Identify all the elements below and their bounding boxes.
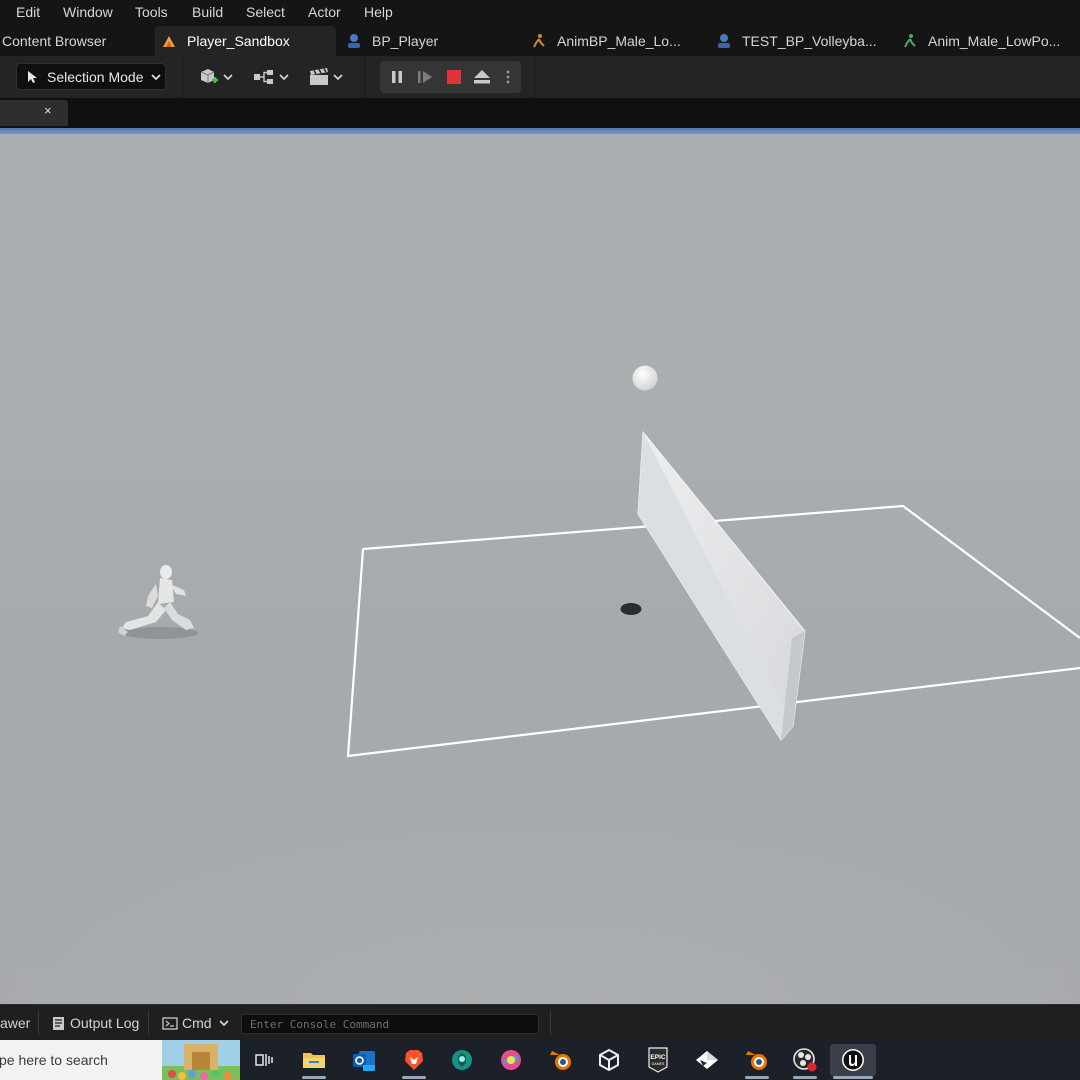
chevron-down-icon — [218, 1020, 229, 1027]
cinematics-button[interactable] — [308, 65, 344, 89]
tab-anim-male-lowpoly[interactable]: Anim_Male_LowPo... — [902, 26, 1060, 56]
blender-icon-2[interactable] — [741, 1044, 773, 1076]
blender-icon[interactable] — [545, 1044, 577, 1076]
windows-taskbar: ype here to search EPIC GAMES — [0, 1040, 1080, 1080]
unity-icon[interactable] — [593, 1044, 625, 1076]
cmd-label: Cmd — [182, 1015, 212, 1031]
taskbar-search-box[interactable]: ype here to search — [0, 1040, 240, 1080]
toolbar-divider — [364, 56, 365, 98]
tab-label: Content Browser — [2, 33, 107, 49]
menu-window[interactable]: Window — [63, 4, 113, 20]
brave-browser-icon[interactable] — [398, 1044, 430, 1076]
tab-label: Player_Sandbox — [187, 33, 290, 49]
frame-skip-icon[interactable] — [416, 69, 434, 85]
status-bar: awer Output Log Cmd Enter Console Comman… — [0, 1004, 1080, 1040]
viewport-scene — [0, 365, 1080, 1004]
pause-icon[interactable] — [389, 69, 405, 85]
chevron-down-icon — [223, 74, 233, 81]
tab-player-sandbox[interactable]: Player_Sandbox — [155, 26, 336, 56]
file-explorer-icon[interactable] — [298, 1044, 330, 1076]
level-editor-toolbar: Selection Mode — [0, 56, 1080, 98]
content-drawer-label: awer — [0, 1015, 31, 1031]
player-character[interactable] — [118, 565, 198, 639]
blueprint-graph-icon — [254, 70, 273, 84]
toolbar-divider — [182, 56, 183, 98]
tab-label: AnimBP_Male_Lo... — [557, 33, 681, 49]
viewport-tab-strip: × — [0, 98, 1080, 128]
search-highlight-illustration-icon — [162, 1040, 240, 1080]
menu-tools[interactable]: Tools — [135, 4, 168, 20]
tab-animbp-male[interactable]: AnimBP_Male_Lo... — [531, 26, 681, 56]
running-indicator — [402, 1076, 426, 1079]
log-icon — [53, 1016, 64, 1030]
running-indicator — [793, 1076, 817, 1079]
content-drawer-button[interactable]: awer — [0, 1005, 30, 1041]
tab-label: Anim_Male_LowPo... — [928, 33, 1061, 49]
status-divider — [550, 1011, 551, 1035]
floor-glow — [0, 628, 1080, 1004]
level-icon — [163, 36, 175, 47]
tab-content-browser[interactable]: Content Browser — [2, 26, 106, 56]
status-divider — [38, 1011, 39, 1035]
console-command-input[interactable]: Enter Console Command — [241, 1014, 539, 1034]
obs-studio-icon[interactable] — [789, 1044, 821, 1076]
tab-test-bp-volleyball[interactable]: TEST_BP_Volleyba... — [716, 26, 877, 56]
svg-text:GAMES: GAMES — [652, 1062, 665, 1066]
menu-bar: Edit Window Tools Build Select Actor Hel… — [0, 0, 1080, 24]
output-log-button[interactable]: Output Log — [52, 1005, 139, 1041]
status-divider — [148, 1011, 149, 1035]
clapperboard-icon — [310, 68, 328, 85]
level-viewport[interactable] — [0, 128, 1080, 1004]
krita-icon[interactable] — [495, 1044, 527, 1076]
chevron-down-icon — [279, 74, 289, 81]
running-indicator — [302, 1076, 326, 1079]
animation-sequence-icon — [904, 34, 916, 48]
svg-text:EPIC: EPIC — [650, 1054, 665, 1061]
task-view-icon[interactable] — [248, 1044, 280, 1076]
gitkraken-icon[interactable] — [446, 1044, 478, 1076]
tab-label: TEST_BP_Volleyba... — [742, 33, 877, 49]
menu-actor[interactable]: Actor — [308, 4, 341, 20]
eject-icon[interactable] — [472, 68, 492, 86]
epic-games-launcher-icon[interactable]: EPIC GAMES — [642, 1044, 674, 1076]
stop-icon[interactable] — [446, 69, 462, 85]
tab-bp-player[interactable]: BP_Player — [346, 26, 438, 56]
menu-select[interactable]: Select — [246, 4, 285, 20]
chevron-down-icon — [333, 74, 343, 81]
blueprint-icon — [718, 34, 730, 48]
outlook-icon[interactable] — [348, 1044, 380, 1076]
more-options-icon[interactable] — [504, 69, 512, 85]
inkscape-icon[interactable] — [691, 1044, 723, 1076]
ball-shadow — [620, 603, 642, 615]
menu-help[interactable]: Help — [364, 4, 393, 20]
selection-mode-dropdown[interactable]: Selection Mode — [16, 63, 166, 90]
anim-blueprint-icon — [533, 34, 545, 48]
add-actor-button[interactable] — [198, 65, 234, 89]
close-icon[interactable]: × — [44, 103, 52, 118]
toolbar-divider — [534, 56, 535, 98]
menu-build[interactable]: Build — [192, 4, 223, 20]
play-controls — [380, 61, 521, 93]
search-placeholder: ype here to search — [0, 1052, 108, 1068]
menu-edit[interactable]: Edit — [16, 4, 40, 20]
chevron-down-icon — [150, 73, 161, 80]
output-log-label: Output Log — [70, 1015, 140, 1031]
cursor-icon — [28, 70, 37, 83]
running-indicator — [745, 1076, 769, 1079]
viewport-tab[interactable]: × — [0, 100, 68, 126]
unreal-engine-icon[interactable] — [830, 1044, 876, 1076]
active-indicator — [833, 1076, 873, 1079]
blueprint-icon — [348, 34, 360, 48]
cmd-dropdown[interactable]: Cmd — [162, 1005, 230, 1041]
blueprints-button[interactable] — [252, 65, 290, 89]
tab-label: BP_Player — [372, 33, 439, 49]
volleyball[interactable] — [632, 365, 658, 391]
terminal-icon — [162, 1016, 178, 1030]
document-tab-bar: Content Browser Player_Sandbox BP_Player… — [0, 24, 1080, 56]
selection-mode-label: Selection Mode — [47, 68, 144, 85]
add-cube-icon — [200, 69, 218, 83]
